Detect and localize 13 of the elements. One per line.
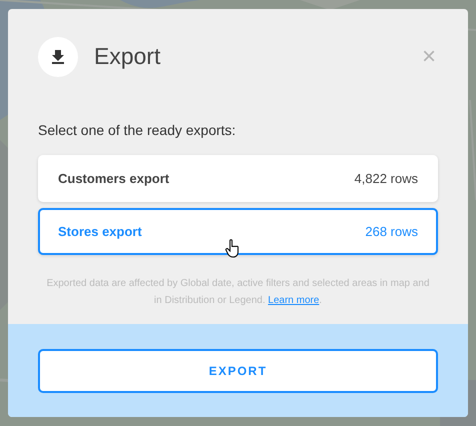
prompt-text: Select one of the ready exports: <box>38 121 237 140</box>
row-count: 268 rows <box>365 222 418 241</box>
dialog-title: Export <box>94 42 162 72</box>
learn-more-link[interactable]: Learn more <box>268 295 320 306</box>
hand-cursor-icon <box>225 239 241 258</box>
export-button[interactable]: EXPORT <box>38 349 438 393</box>
row-count: 4,822 rows <box>354 170 418 188</box>
export-name: Customers export <box>58 170 170 188</box>
download-icon <box>38 36 78 76</box>
export-option[interactable]: Customers export 4,822 rows <box>38 155 438 202</box>
export-name: Stores export <box>58 222 142 241</box>
export-option[interactable]: Stores export 268 rows <box>38 208 438 255</box>
close-button[interactable]: × <box>422 44 436 68</box>
